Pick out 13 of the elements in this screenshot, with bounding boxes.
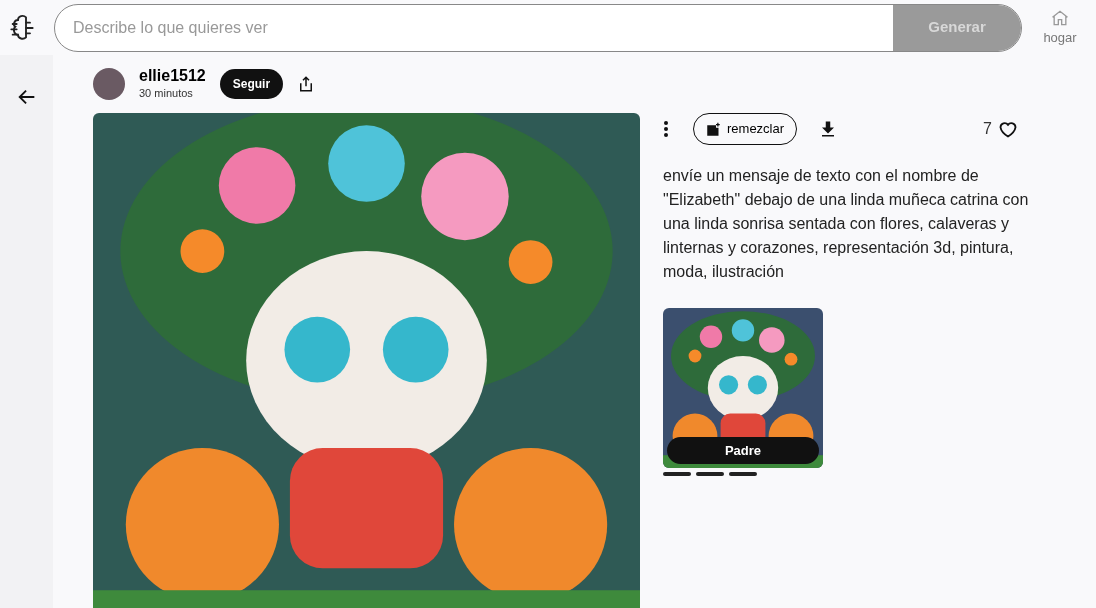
prompt-text: envíe un mensaje de texto con el nombre de "Elizabeth" debajo de una linda muñeca catrina con una linda sonrisa sentada con flores, calaveras y linternas y corazones, representación 3d, pintura, moda, ilustración: [663, 166, 1030, 282]
username[interactable]: ellie1512: [139, 66, 206, 85]
parent-label: Padre: [667, 436, 819, 464]
post-time: 30 minutos: [139, 85, 194, 101]
home-button[interactable]: hogar: [1034, 7, 1086, 48]
follow-button[interactable]: Seguir: [219, 69, 284, 99]
image-add-icon: [706, 121, 721, 137]
like-count: 7: [983, 119, 992, 139]
heart-icon[interactable]: [998, 119, 1018, 139]
carousel-indicator-icon: [663, 472, 757, 476]
more-options-icon[interactable]: [663, 120, 669, 138]
parent-thumbnail[interactable]: Padre: [663, 308, 823, 468]
avatar[interactable]: [93, 68, 125, 100]
